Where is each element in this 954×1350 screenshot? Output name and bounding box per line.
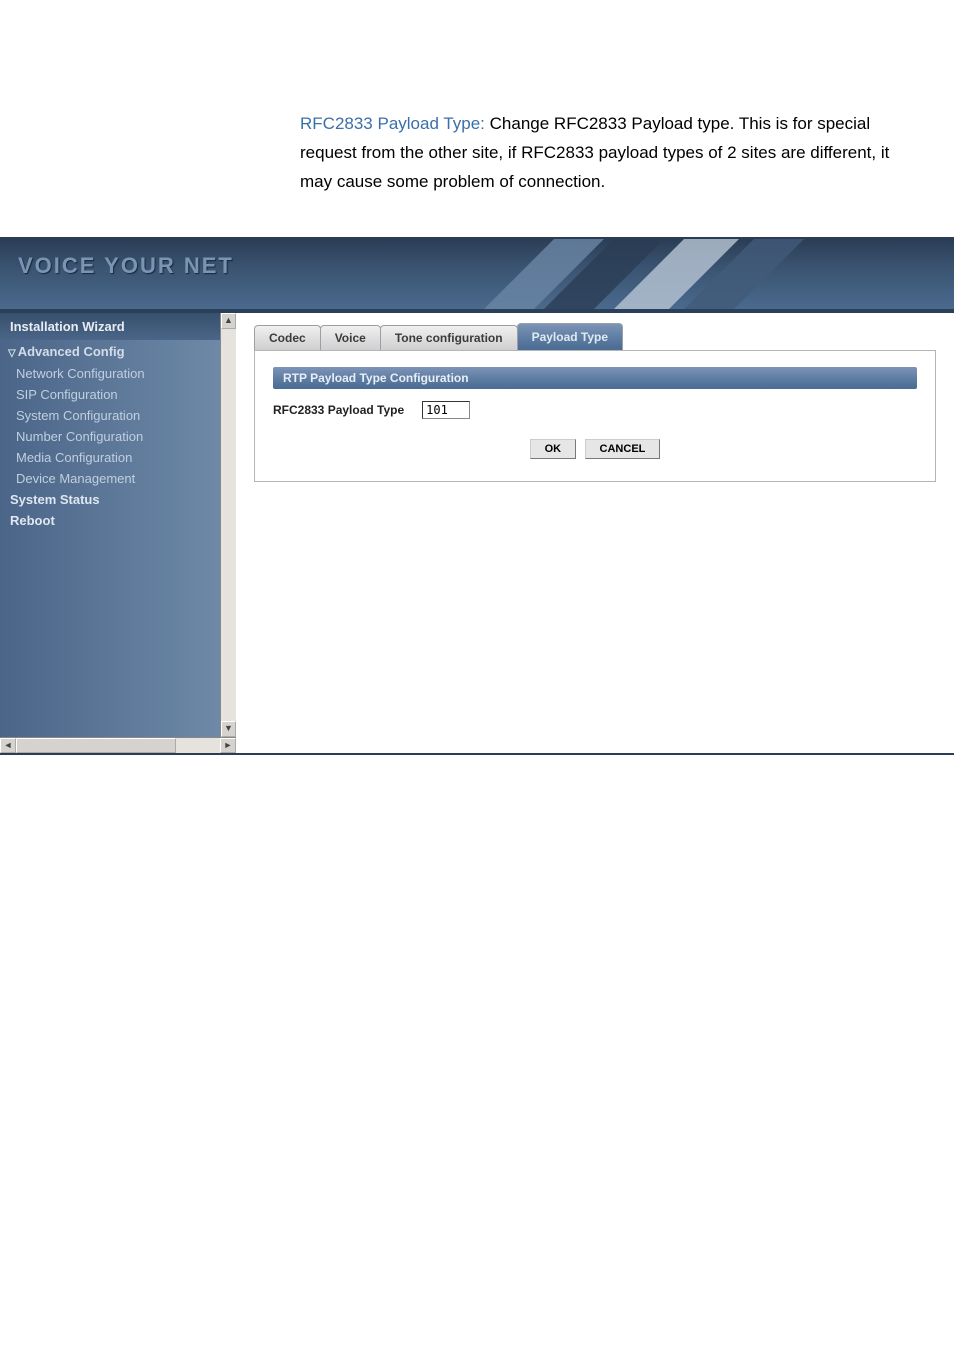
- sidebar-item-network[interactable]: Network Configuration: [0, 363, 236, 384]
- tab-codec[interactable]: Codec: [254, 325, 321, 350]
- sidebar-item-sip[interactable]: SIP Configuration: [0, 384, 236, 405]
- sidebar-item-system[interactable]: System Configuration: [0, 405, 236, 426]
- sidebar-reboot[interactable]: Reboot: [0, 510, 236, 531]
- description-text: RFC2833 Payload Type: Change RFC2833 Pay…: [300, 110, 894, 197]
- banner-graphic: [474, 239, 814, 309]
- tabbar: Codec Voice Tone configuration Payload T…: [254, 323, 936, 350]
- tab-voice[interactable]: Voice: [320, 325, 381, 350]
- content-area: Codec Voice Tone configuration Payload T…: [236, 313, 954, 753]
- tab-payload[interactable]: Payload Type: [517, 323, 623, 350]
- scroll-down-icon[interactable]: ▼: [221, 721, 236, 737]
- scroll-up-icon[interactable]: ▲: [221, 313, 236, 329]
- sidebar-advanced-config[interactable]: Advanced Config: [0, 340, 236, 363]
- form-panel: RTP Payload Type Configuration RFC2833 P…: [254, 350, 936, 482]
- scroll-left-icon[interactable]: ◄: [0, 738, 16, 753]
- ok-button[interactable]: OK: [530, 439, 577, 459]
- sidebar-item-number[interactable]: Number Configuration: [0, 426, 236, 447]
- sidebar-hscroll[interactable]: ◄ ►: [0, 737, 236, 753]
- scroll-htrack[interactable]: [16, 738, 220, 753]
- sidebar: Installation Wizard Advanced Config Netw…: [0, 313, 236, 753]
- description-bluelabel: RFC2833 Payload Type:: [300, 114, 485, 133]
- section-title: RTP Payload Type Configuration: [273, 367, 917, 389]
- sidebar-item-media[interactable]: Media Configuration: [0, 447, 236, 468]
- sidebar-system-status[interactable]: System Status: [0, 489, 236, 510]
- cancel-button[interactable]: CANCEL: [585, 439, 661, 459]
- banner: VOICE YOUR NET: [0, 239, 954, 309]
- scroll-track[interactable]: [221, 329, 236, 721]
- sidebar-install-wizard[interactable]: Installation Wizard: [0, 313, 236, 340]
- field-label-rfc2833: RFC2833 Payload Type: [273, 403, 404, 417]
- sidebar-vscroll[interactable]: ▲ ▼: [220, 313, 236, 737]
- rfc2833-payload-input[interactable]: [422, 401, 470, 419]
- tab-tone[interactable]: Tone configuration: [380, 325, 518, 350]
- banner-title: VOICE YOUR NET: [18, 253, 234, 278]
- sidebar-item-device[interactable]: Device Management: [0, 468, 236, 489]
- app-frame: VOICE YOUR NET Installation Wizard Advan…: [0, 237, 954, 755]
- scroll-right-icon[interactable]: ►: [220, 738, 236, 753]
- scroll-hthumb[interactable]: [16, 738, 176, 753]
